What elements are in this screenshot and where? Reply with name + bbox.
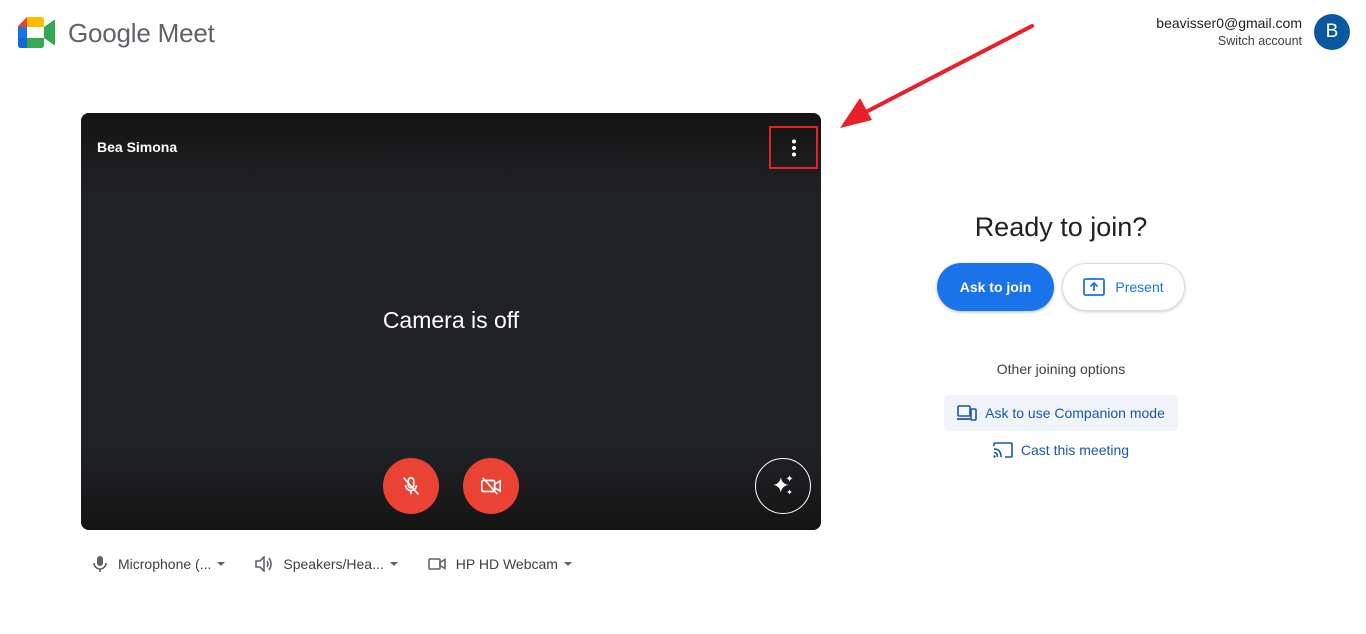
webcam-select-label: HP HD Webcam	[455, 556, 558, 572]
cast-icon	[993, 442, 1013, 458]
speaker-select-label: Speakers/Hea...	[283, 556, 384, 572]
meet-lobby-page: Google Meet beavisser0@gmail.com Switch …	[0, 0, 1366, 634]
chevron-down-icon	[563, 562, 572, 566]
app-title: Google Meet	[68, 17, 215, 48]
microphone-select[interactable]: Microphone (...	[92, 555, 226, 573]
avatar[interactable]: B	[1314, 14, 1350, 50]
microphone-select-label: Microphone (...	[118, 556, 212, 572]
cast-meeting-label: Cast this meeting	[1020, 442, 1130, 458]
present-button[interactable]: Present	[1062, 263, 1185, 311]
webcam-select[interactable]: HP HD Webcam	[427, 556, 572, 572]
mic-off-icon	[403, 476, 419, 495]
switch-account-link[interactable]: Switch account	[1156, 33, 1302, 49]
microphone-icon	[93, 556, 107, 572]
more-vert-icon	[791, 139, 796, 156]
google-meet-logo[interactable]: Google Meet	[18, 17, 215, 48]
meet-logo-icon	[18, 17, 55, 48]
account-email: beavisser0@gmail.com	[1156, 15, 1302, 31]
other-joining-options-label: Other joining options	[996, 361, 1126, 377]
video-preview: Bea Simona Camera is off	[81, 113, 821, 530]
camera-off-icon	[481, 477, 501, 495]
companion-devices-icon	[957, 405, 977, 421]
chevron-down-icon	[389, 562, 398, 566]
speaker-icon	[255, 556, 273, 572]
sparkle-icon	[773, 475, 793, 495]
top-gradient	[81, 113, 821, 193]
companion-mode-label: Ask to use Companion mode	[985, 405, 1165, 421]
more-options-button[interactable]	[769, 126, 818, 169]
toggle-microphone-button[interactable]	[383, 458, 439, 514]
cast-meeting-button[interactable]: Cast this meeting	[944, 438, 1178, 462]
self-name-label: Bea Simona	[97, 139, 178, 155]
chevron-down-icon	[217, 562, 226, 566]
speaker-select[interactable]: Speakers/Hea...	[255, 556, 398, 572]
toggle-camera-button[interactable]	[463, 458, 519, 514]
present-icon	[1083, 278, 1106, 296]
bottom-gradient	[81, 450, 821, 530]
account-info: beavisser0@gmail.com Switch account	[1156, 15, 1302, 49]
webcam-icon	[427, 558, 446, 570]
ask-to-join-button[interactable]: Ask to join	[937, 263, 1054, 311]
device-bar: Microphone (... Speakers/Hea... HP HD We…	[92, 552, 602, 576]
annotation-arrow-icon	[840, 24, 1034, 128]
present-button-label: Present	[1115, 279, 1164, 295]
ready-to-join-heading: Ready to join?	[974, 212, 1148, 242]
visual-effects-button[interactable]	[755, 458, 811, 514]
companion-mode-button[interactable]: Ask to use Companion mode	[944, 395, 1178, 431]
camera-off-text: Camera is off	[382, 307, 520, 333]
